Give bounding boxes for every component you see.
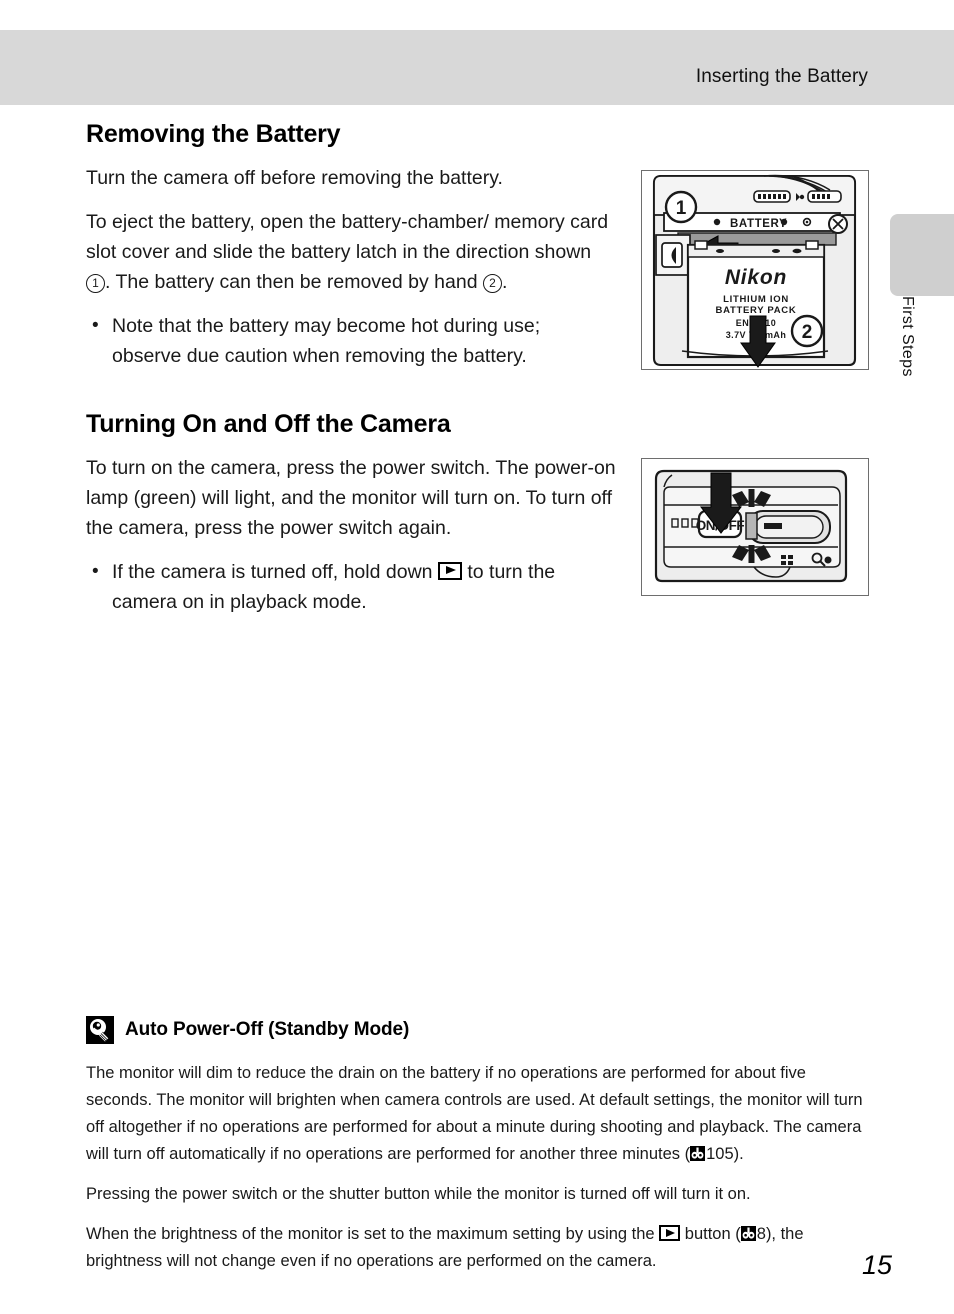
- paragraph-eject-pre: To eject the battery, open the battery-c…: [86, 211, 609, 263]
- note-header: Auto Power-Off (Standby Mode): [86, 1016, 871, 1044]
- paragraph-turn-camera-off: Turn the camera off before removing the …: [86, 167, 503, 189]
- svg-text:BATTERY PACK: BATTERY PACK: [716, 305, 797, 316]
- playback-button-icon: [437, 562, 462, 580]
- paragraph-eject-mid: . The battery can then be removed by han…: [105, 271, 483, 293]
- note-title: Auto Power-Off (Standby Mode): [125, 1019, 410, 1040]
- illustration-callout-2: 2: [802, 322, 813, 343]
- callout-circle-1: 1: [86, 274, 105, 293]
- section-removing-the-battery: Removing the Battery Turn the camera off…: [86, 120, 611, 373]
- page-reference-icon: [690, 1146, 706, 1161]
- paragraph-power-switch: To turn on the camera, press the power s…: [86, 457, 616, 539]
- note-p3-ref-page: 8: [756, 1225, 766, 1243]
- bullet-list-turning: If the camera is turned off, hold down t…: [86, 557, 621, 617]
- page-title-turning-on-off: Turning On and Off the Camera: [86, 410, 451, 438]
- note-paragraph-3: When the brightness of the monitor is se…: [86, 1221, 871, 1275]
- note-p1-post: ).: [733, 1145, 744, 1163]
- section-turning-on-and-off: Turning On and Off the Camera To turn on…: [86, 410, 621, 619]
- page-reference-icon: [740, 1226, 756, 1241]
- note-paragraph-1: The monitor will dim to reduce the drain…: [86, 1060, 871, 1168]
- bullet-list-removing: Note that the battery may become hot dur…: [86, 311, 611, 371]
- lightbulb-tip-icon: [86, 1016, 114, 1044]
- list-item: Note that the battery may become hot dur…: [86, 311, 611, 371]
- paragraph-eject-post: .: [501, 271, 508, 293]
- section-edge-tab: [890, 214, 954, 296]
- note-p1-pre: The monitor will dim to reduce the drain…: [86, 1064, 863, 1163]
- power-switch-illustration: ON/OFF: [641, 458, 869, 596]
- power-on-lamp: [745, 512, 758, 540]
- bullet-playback-pre: If the camera is turned off, hold down: [112, 561, 438, 583]
- page-title-removing-the-battery: Removing the Battery: [86, 120, 341, 148]
- illustration-callout-1: 1: [676, 198, 687, 219]
- battery-brand-text: Nikon: [725, 266, 787, 289]
- note-p3-pre: When the brightness of the monitor is se…: [86, 1225, 660, 1243]
- note-paragraph-2: Pressing the power switch or the shutter…: [86, 1185, 751, 1203]
- playback-button-icon: [659, 1225, 681, 1241]
- list-item: If the camera is turned off, hold down t…: [86, 557, 621, 617]
- note-auto-power-off: Auto Power-Off (Standby Mode) The monito…: [86, 1016, 871, 1288]
- svg-text:LITHIUM ION: LITHIUM ION: [723, 294, 789, 305]
- note-p3-mid: button (: [680, 1225, 741, 1243]
- section-edge-tab-label: First Steps: [899, 296, 916, 377]
- note-p1-ref-page: 105: [706, 1145, 734, 1163]
- battery-chamber-label: BATTERY: [730, 218, 787, 230]
- callout-circle-2: 2: [482, 274, 502, 293]
- battery-removal-illustration: BATTERY Nikon LITHIUM ION BATTERY PACK 3…: [641, 170, 869, 370]
- paragraph-eject-battery: To eject the battery, open the battery-c…: [86, 207, 611, 297]
- page-number: 15: [861, 1250, 892, 1280]
- running-header-title: Inserting the Battery: [695, 66, 868, 87]
